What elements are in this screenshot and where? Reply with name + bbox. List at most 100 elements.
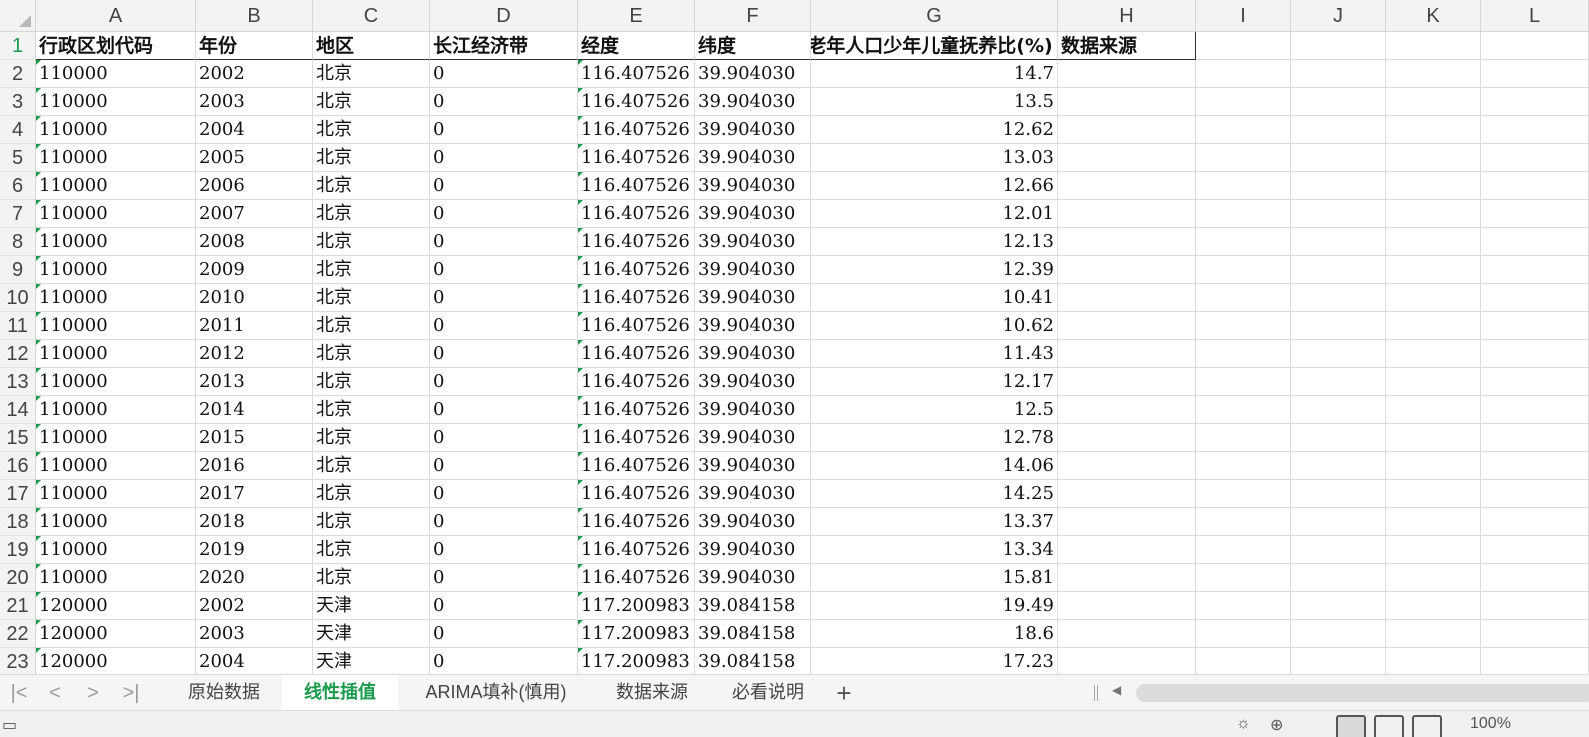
table-cell[interactable]: 39.904030 bbox=[695, 508, 811, 536]
table-cell[interactable]: 北京 bbox=[313, 564, 430, 592]
table-cell[interactable]: 2013 bbox=[196, 368, 313, 396]
table-cell[interactable] bbox=[1196, 200, 1291, 228]
table-cell[interactable] bbox=[1058, 284, 1196, 312]
table-cell[interactable]: 2003 bbox=[196, 620, 313, 648]
table-cell[interactable]: 0 bbox=[430, 648, 578, 674]
row-header[interactable]: 12 bbox=[0, 340, 36, 368]
table-cell[interactable]: 110000 bbox=[36, 536, 196, 564]
table-cell[interactable]: 14.7 bbox=[811, 60, 1058, 88]
table-cell[interactable]: 39.904030 bbox=[695, 256, 811, 284]
table-cell[interactable]: 116.407526 bbox=[578, 340, 695, 368]
table-cell[interactable]: 北京 bbox=[313, 480, 430, 508]
table-cell[interactable]: 北京 bbox=[313, 172, 430, 200]
table-cell[interactable]: 北京 bbox=[313, 424, 430, 452]
table-cell[interactable]: 2005 bbox=[196, 144, 313, 172]
table-cell[interactable]: 10.41 bbox=[811, 284, 1058, 312]
table-cell[interactable] bbox=[1386, 564, 1481, 592]
row-header[interactable]: 4 bbox=[0, 116, 36, 144]
row-header[interactable]: 5 bbox=[0, 144, 36, 172]
table-cell[interactable]: 0 bbox=[430, 256, 578, 284]
table-cell[interactable]: 110000 bbox=[36, 452, 196, 480]
eye-protection-icon[interactable]: ☼ bbox=[1236, 715, 1251, 733]
table-cell[interactable]: 北京 bbox=[313, 508, 430, 536]
print-layout-icon[interactable]: ⊕ bbox=[1270, 715, 1283, 735]
table-cell[interactable]: 0 bbox=[430, 88, 578, 116]
table-cell[interactable] bbox=[1291, 620, 1386, 648]
table-cell[interactable]: 0 bbox=[430, 340, 578, 368]
header-cell[interactable]: 行政区划代码 bbox=[36, 32, 196, 60]
table-cell[interactable]: 0 bbox=[430, 592, 578, 620]
table-cell[interactable] bbox=[1386, 312, 1481, 340]
row-header[interactable]: 6 bbox=[0, 172, 36, 200]
row-header[interactable]: 21 bbox=[0, 592, 36, 620]
table-cell[interactable] bbox=[1386, 648, 1481, 674]
column-header-a[interactable]: A bbox=[36, 0, 196, 32]
table-cell[interactable] bbox=[1058, 312, 1196, 340]
table-cell[interactable]: 北京 bbox=[313, 340, 430, 368]
row-header[interactable]: 9 bbox=[0, 256, 36, 284]
column-header-h[interactable]: H bbox=[1058, 0, 1196, 32]
row-header[interactable]: 15 bbox=[0, 424, 36, 452]
table-cell[interactable]: 110000 bbox=[36, 228, 196, 256]
prev-sheet-icon[interactable]: < bbox=[40, 675, 70, 711]
table-cell[interactable]: 0 bbox=[430, 368, 578, 396]
table-cell[interactable] bbox=[1058, 144, 1196, 172]
table-cell[interactable] bbox=[1386, 284, 1481, 312]
table-cell[interactable] bbox=[1481, 424, 1589, 452]
table-cell[interactable] bbox=[1386, 116, 1481, 144]
table-cell[interactable] bbox=[1481, 340, 1589, 368]
table-cell[interactable]: 11.43 bbox=[811, 340, 1058, 368]
table-cell[interactable] bbox=[1196, 228, 1291, 256]
table-cell[interactable]: 12.78 bbox=[811, 424, 1058, 452]
table-cell[interactable] bbox=[1481, 228, 1589, 256]
table-cell[interactable] bbox=[1058, 256, 1196, 284]
table-cell[interactable]: 2018 bbox=[196, 508, 313, 536]
table-cell[interactable]: 北京 bbox=[313, 60, 430, 88]
table-cell[interactable] bbox=[1196, 592, 1291, 620]
row-header[interactable]: 13 bbox=[0, 368, 36, 396]
column-header-c[interactable]: C bbox=[313, 0, 430, 32]
row-header[interactable]: 16 bbox=[0, 452, 36, 480]
table-cell[interactable]: 116.407526 bbox=[578, 284, 695, 312]
table-cell[interactable]: 14.06 bbox=[811, 452, 1058, 480]
table-cell[interactable] bbox=[1196, 88, 1291, 116]
row-header[interactable]: 8 bbox=[0, 228, 36, 256]
row-header[interactable]: 10 bbox=[0, 284, 36, 312]
sheet-tab[interactable]: 数据来源 bbox=[594, 675, 710, 709]
header-cell[interactable]: 老年人口少年儿童抚养比(%) bbox=[811, 32, 1058, 60]
table-cell[interactable]: 0 bbox=[430, 452, 578, 480]
row-header[interactable]: 14 bbox=[0, 396, 36, 424]
row-header[interactable]: 1 bbox=[0, 32, 36, 60]
table-cell[interactable] bbox=[1058, 88, 1196, 116]
table-cell[interactable] bbox=[1481, 284, 1589, 312]
table-cell[interactable] bbox=[1196, 536, 1291, 564]
table-cell[interactable]: 北京 bbox=[313, 116, 430, 144]
row-header[interactable]: 18 bbox=[0, 508, 36, 536]
table-cell[interactable]: 39.084158 bbox=[695, 592, 811, 620]
table-cell[interactable]: 110000 bbox=[36, 396, 196, 424]
table-cell[interactable]: 116.407526 bbox=[578, 508, 695, 536]
table-cell[interactable]: 北京 bbox=[313, 368, 430, 396]
table-cell[interactable]: 110000 bbox=[36, 116, 196, 144]
column-header-d[interactable]: D bbox=[430, 0, 578, 32]
table-cell[interactable]: 116.407526 bbox=[578, 396, 695, 424]
table-cell[interactable] bbox=[1481, 396, 1589, 424]
table-cell[interactable]: 北京 bbox=[313, 200, 430, 228]
table-cell[interactable] bbox=[1481, 368, 1589, 396]
table-cell[interactable] bbox=[1386, 368, 1481, 396]
table-cell[interactable] bbox=[1291, 648, 1386, 674]
table-cell[interactable]: 39.084158 bbox=[695, 620, 811, 648]
table-cell[interactable]: 13.34 bbox=[811, 536, 1058, 564]
table-cell[interactable] bbox=[1386, 396, 1481, 424]
table-cell[interactable]: 0 bbox=[430, 396, 578, 424]
table-cell[interactable] bbox=[1196, 116, 1291, 144]
table-cell[interactable] bbox=[1291, 172, 1386, 200]
table-cell[interactable]: 0 bbox=[430, 620, 578, 648]
row-header[interactable]: 19 bbox=[0, 536, 36, 564]
column-header-j[interactable]: J bbox=[1291, 0, 1386, 32]
table-cell[interactable]: 2016 bbox=[196, 452, 313, 480]
table-cell[interactable]: 39.904030 bbox=[695, 312, 811, 340]
table-cell[interactable]: 120000 bbox=[36, 648, 196, 674]
table-cell[interactable] bbox=[1386, 60, 1481, 88]
table-cell[interactable] bbox=[1481, 648, 1589, 674]
